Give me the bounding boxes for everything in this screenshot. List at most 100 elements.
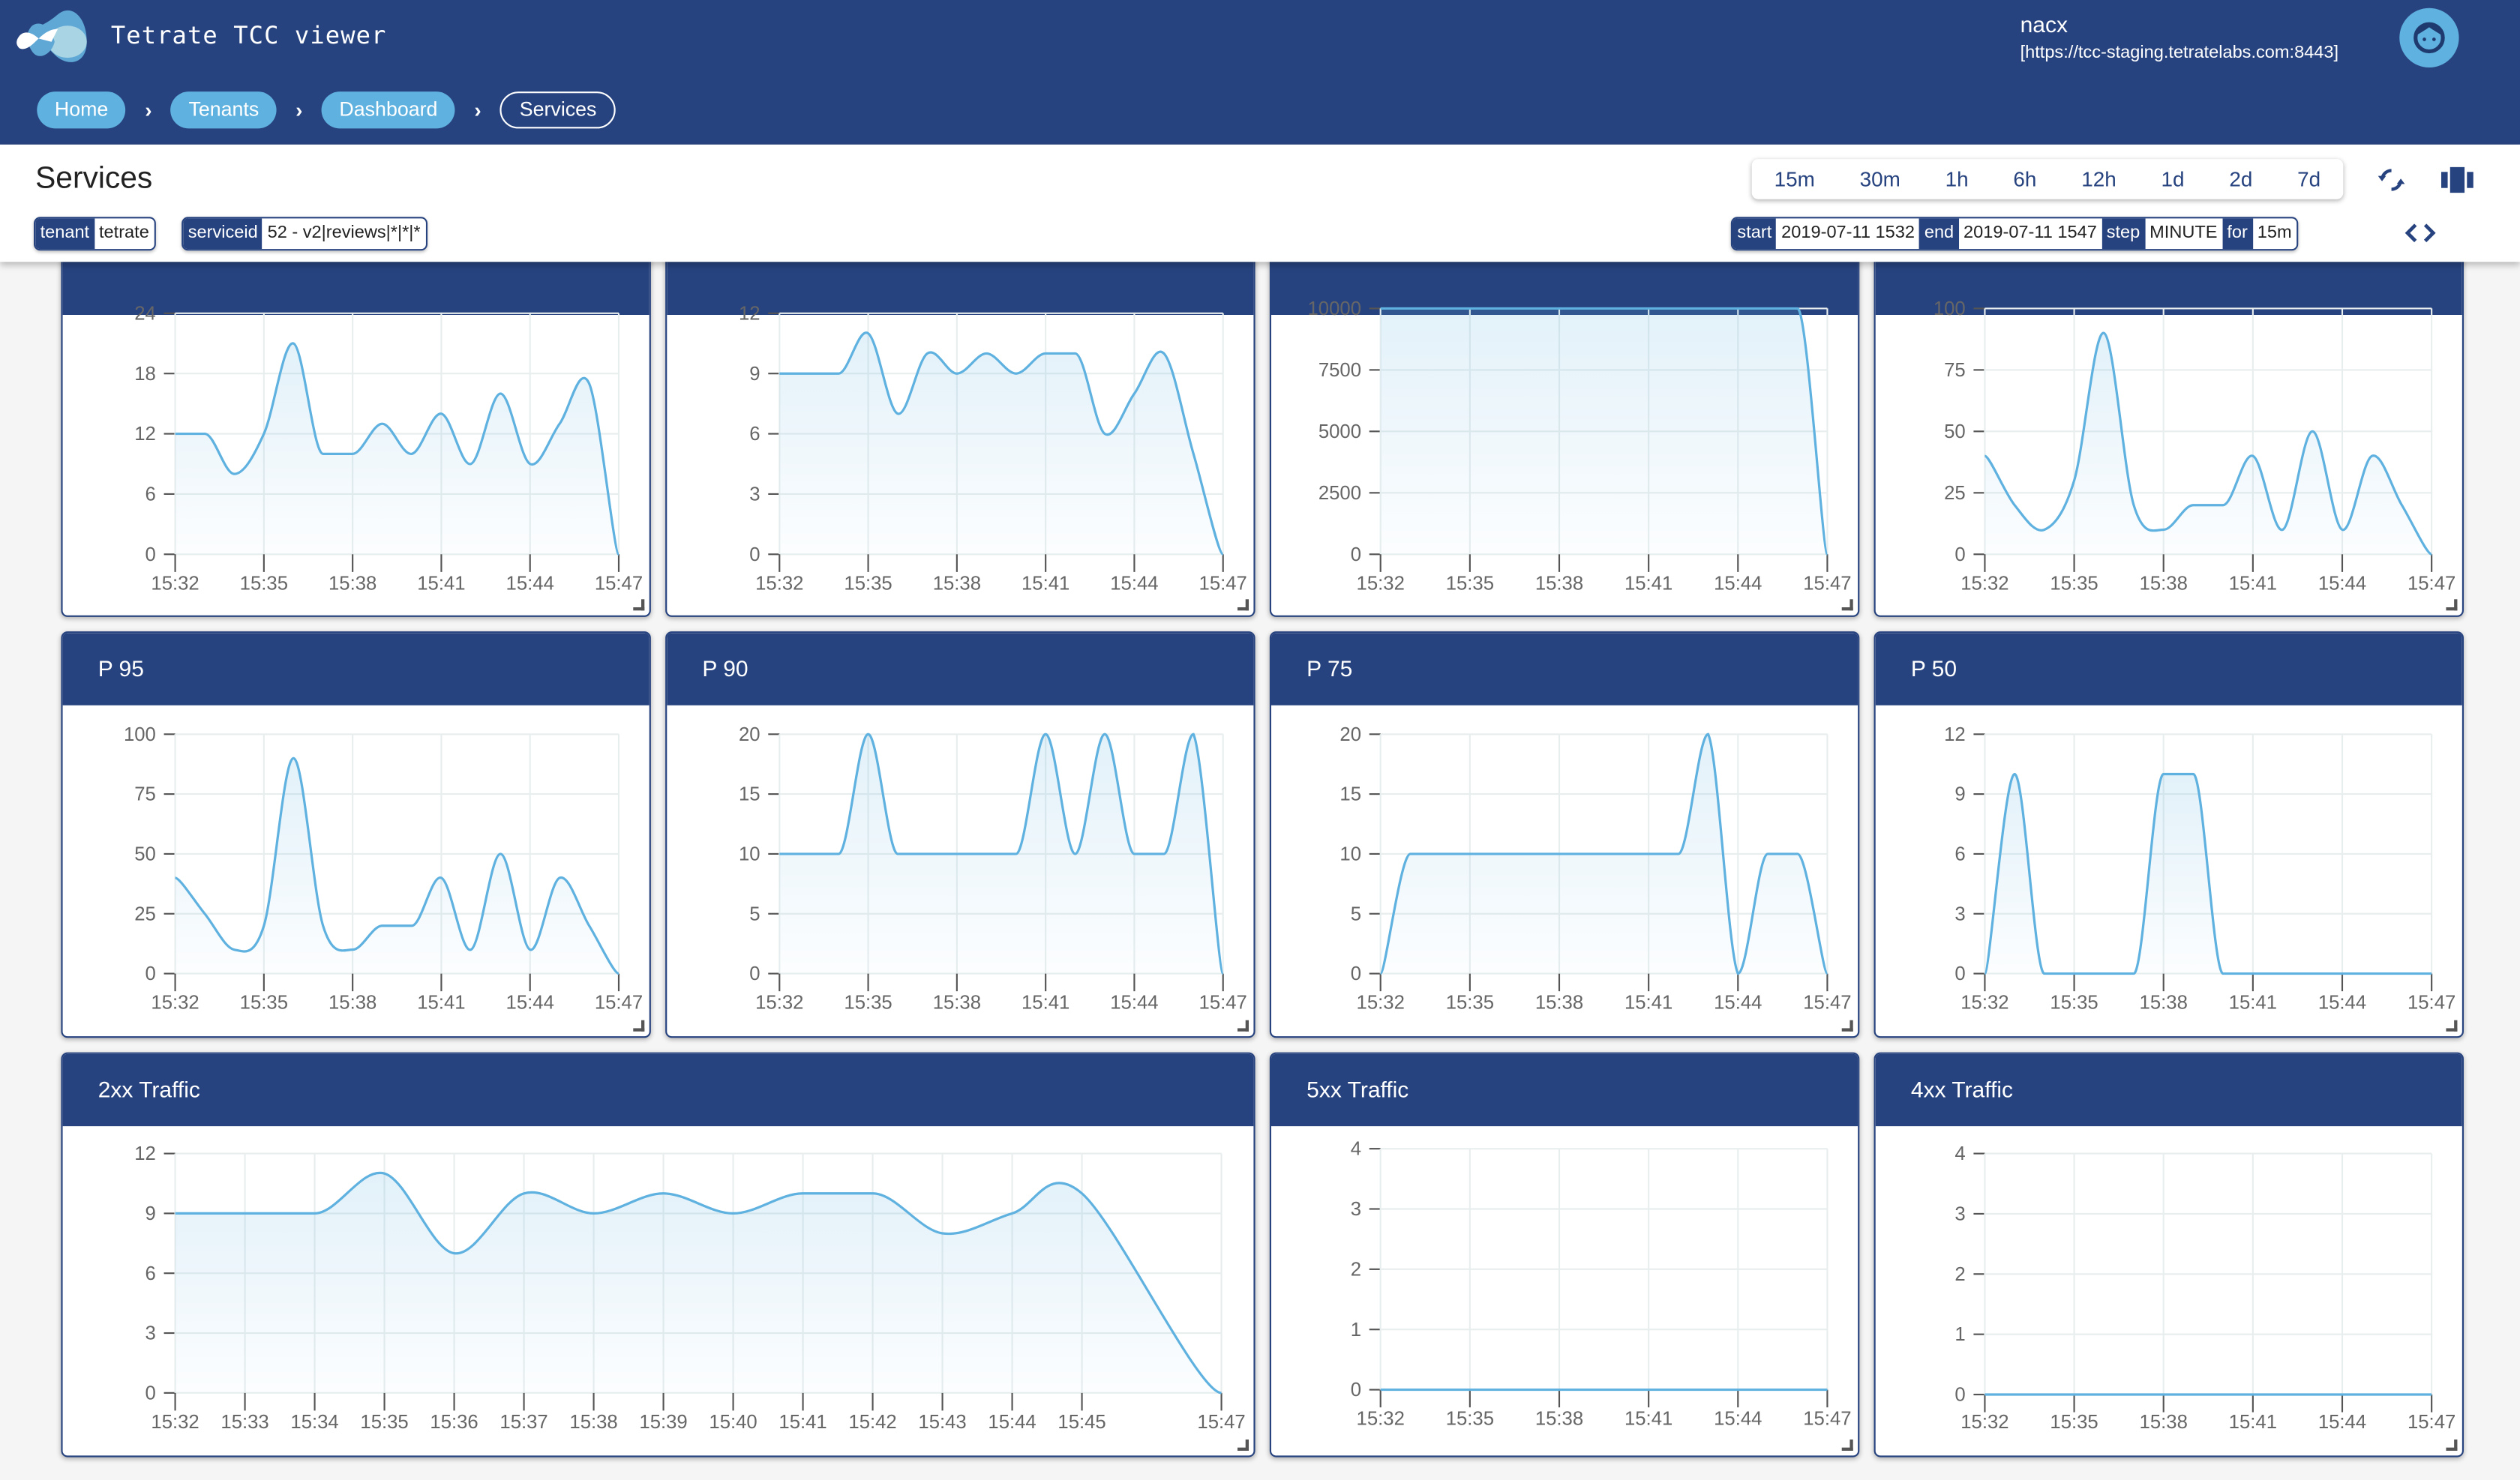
data-point[interactable] xyxy=(612,967,625,980)
data-point[interactable] xyxy=(228,943,241,956)
data-point[interactable] xyxy=(554,871,566,884)
data-point[interactable] xyxy=(1010,847,1022,860)
data-point[interactable] xyxy=(950,367,963,380)
resize-handle-icon[interactable] xyxy=(2446,1440,2458,1451)
resize-handle-icon[interactable] xyxy=(1841,599,1853,611)
data-point[interactable] xyxy=(2008,1388,2021,1401)
data-point[interactable] xyxy=(169,1207,182,1220)
data-point[interactable] xyxy=(1463,847,1476,860)
data-point[interactable] xyxy=(773,367,786,380)
data-point[interactable] xyxy=(2187,1388,2200,1401)
data-point[interactable] xyxy=(2127,1388,2140,1401)
data-point[interactable] xyxy=(612,548,625,561)
data-point[interactable] xyxy=(1791,302,1804,315)
data-point[interactable] xyxy=(308,1207,321,1220)
data-point[interactable] xyxy=(1612,847,1625,860)
data-point[interactable] xyxy=(2187,768,2200,780)
data-point[interactable] xyxy=(316,919,329,932)
data-point[interactable] xyxy=(1069,347,1082,360)
resize-handle-icon[interactable] xyxy=(1238,1020,1249,1032)
data-point[interactable] xyxy=(1434,847,1447,860)
data-point[interactable] xyxy=(405,919,418,932)
data-point[interactable] xyxy=(1672,302,1684,315)
data-point[interactable] xyxy=(2098,1388,2110,1401)
data-point[interactable] xyxy=(238,1207,251,1220)
data-point[interactable] xyxy=(2336,1388,2348,1401)
data-point[interactable] xyxy=(1076,1187,1088,1200)
data-point[interactable] xyxy=(378,1167,391,1180)
data-point[interactable] xyxy=(2217,499,2230,511)
data-point[interactable] xyxy=(448,1247,460,1260)
data-point[interactable] xyxy=(796,1187,809,1200)
data-point[interactable] xyxy=(2068,967,2080,980)
data-point[interactable] xyxy=(1552,302,1565,315)
data-point[interactable] xyxy=(2157,768,2170,780)
data-point[interactable] xyxy=(1582,302,1595,315)
data-point[interactable] xyxy=(2038,1388,2050,1401)
data-point[interactable] xyxy=(2098,327,2110,340)
data-point[interactable] xyxy=(1010,367,1022,380)
data-point[interactable] xyxy=(1978,1388,1991,1401)
data-point[interactable] xyxy=(1374,302,1387,315)
data-point[interactable] xyxy=(1493,1383,1506,1396)
data-point[interactable] xyxy=(1374,967,1387,980)
data-point[interactable] xyxy=(1702,302,1714,315)
data-point[interactable] xyxy=(287,752,300,765)
resize-handle-icon[interactable] xyxy=(2446,1020,2458,1032)
resize-handle-icon[interactable] xyxy=(1238,599,1249,611)
data-point[interactable] xyxy=(1761,847,1774,860)
data-point[interactable] xyxy=(1612,302,1625,315)
data-point[interactable] xyxy=(2038,523,2050,536)
data-point[interactable] xyxy=(1978,967,1991,980)
data-point[interactable] xyxy=(2396,967,2408,980)
data-point[interactable] xyxy=(1582,847,1595,860)
data-point[interactable] xyxy=(862,327,874,340)
refresh-icon[interactable] xyxy=(2375,164,2408,196)
data-point[interactable] xyxy=(346,448,359,460)
data-point[interactable] xyxy=(1642,302,1655,315)
data-point[interactable] xyxy=(228,468,241,481)
data-point[interactable] xyxy=(2127,967,2140,980)
data-point[interactable] xyxy=(832,847,845,860)
data-point[interactable] xyxy=(198,907,211,920)
data-point[interactable] xyxy=(1672,1383,1684,1396)
data-point[interactable] xyxy=(1374,1383,1387,1396)
data-point[interactable] xyxy=(1821,548,1834,561)
view-carousel-icon[interactable] xyxy=(2441,166,2474,195)
range-7d-button[interactable]: 7d xyxy=(2291,167,2327,191)
data-point[interactable] xyxy=(921,347,934,360)
data-point[interactable] xyxy=(1215,1386,1228,1399)
data-point[interactable] xyxy=(1761,302,1774,315)
data-point[interactable] xyxy=(1791,847,1804,860)
data-point[interactable] xyxy=(1157,847,1170,860)
data-point[interactable] xyxy=(1702,1383,1714,1396)
breadcrumb-tenants[interactable]: Tenants xyxy=(170,91,277,129)
data-point[interactable] xyxy=(583,377,596,390)
data-point[interactable] xyxy=(1404,1383,1417,1396)
data-point[interactable] xyxy=(2038,967,2050,980)
data-point[interactable] xyxy=(1040,347,1052,360)
data-point[interactable] xyxy=(1791,1383,1804,1396)
data-point[interactable] xyxy=(257,427,270,440)
range-12h-button[interactable]: 12h xyxy=(2075,167,2123,191)
data-point[interactable] xyxy=(2246,450,2259,463)
data-point[interactable] xyxy=(583,919,596,932)
data-point[interactable] xyxy=(287,337,300,349)
data-point[interactable] xyxy=(1040,728,1052,741)
data-point[interactable] xyxy=(1404,847,1417,860)
data-point[interactable] xyxy=(257,919,270,932)
data-point[interactable] xyxy=(2366,1388,2378,1401)
resize-handle-icon[interactable] xyxy=(1841,1440,1853,1451)
data-point[interactable] xyxy=(773,847,786,860)
data-point[interactable] xyxy=(1434,1383,1447,1396)
data-point[interactable] xyxy=(1434,302,1447,315)
data-point[interactable] xyxy=(464,457,477,470)
breadcrumb-services[interactable]: Services xyxy=(500,91,616,129)
data-point[interactable] xyxy=(1732,967,1744,980)
code-icon[interactable] xyxy=(2404,222,2437,244)
data-point[interactable] xyxy=(554,418,566,430)
breadcrumb-home[interactable]: Home xyxy=(37,91,126,129)
data-point[interactable] xyxy=(980,847,993,860)
data-point[interactable] xyxy=(376,418,388,430)
data-point[interactable] xyxy=(2336,523,2348,536)
